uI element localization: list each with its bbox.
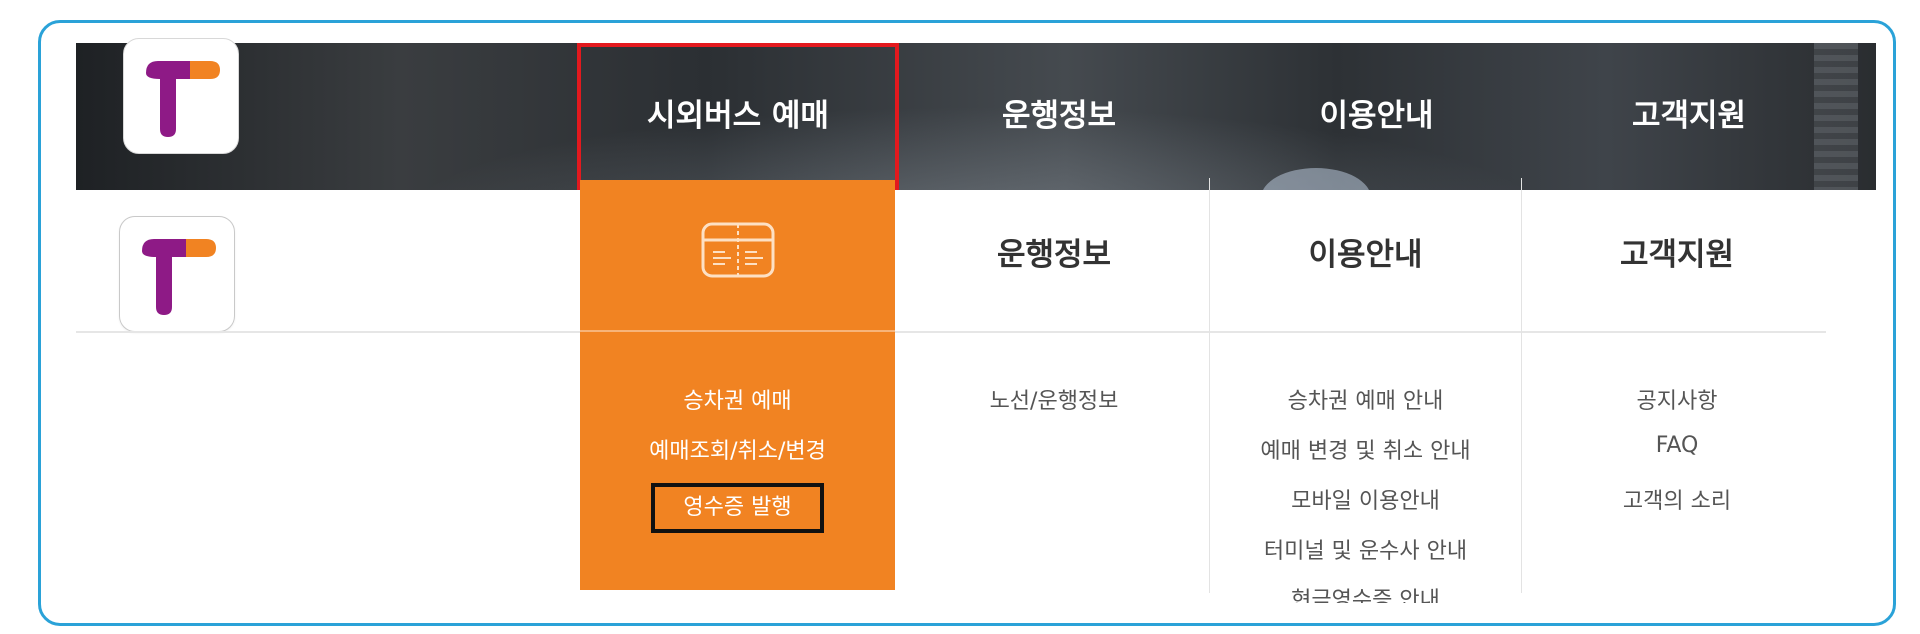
column-title-customer-support: 고객지원 [1619, 237, 1735, 273]
ticket-icon[interactable] [701, 222, 775, 278]
nav-item-intercity-bus-booking[interactable]: 시외버스 예매 [577, 43, 899, 190]
menu-item-route-operation-info[interactable]: 노선/운행정보 [899, 383, 1209, 433]
menu-item-cash-receipt-guide[interactable]: 현금영수증 안내 [1210, 583, 1521, 603]
booking-submenu: 승차권 예매 예매조회/취소/변경 영수증 발행 [580, 383, 895, 533]
menu-item-ticket-booking[interactable]: 승차권 예매 [580, 383, 895, 433]
usage-guide-submenu: 승차권 예매 안내 예매 변경 및 취소 안내 모바일 이용안내 터미널 및 운… [1210, 383, 1521, 603]
operation-info-submenu: 노선/운행정보 [899, 383, 1209, 433]
menu-item-customer-voice[interactable]: 고객의 소리 [1522, 483, 1832, 533]
menu-item-change-cancel-guide[interactable]: 예매 변경 및 취소 안내 [1210, 433, 1521, 483]
t-logo-icon[interactable] [123, 38, 239, 154]
menu-item-notices[interactable]: 공지사항 [1522, 383, 1832, 433]
menu-item-booking-lookup-cancel-change[interactable]: 예매조회/취소/변경 [580, 433, 895, 483]
menu-item-terminal-carrier-guide[interactable]: 터미널 및 운수사 안내 [1210, 533, 1521, 583]
column-title-operation-info: 운행정보 [996, 237, 1112, 273]
column-title-usage-guide: 이용안내 [1308, 237, 1423, 273]
column-separator [580, 330, 895, 332]
nav-item-operation-info[interactable]: 운행정보 [899, 43, 1219, 190]
menu-item-mobile-guide[interactable]: 모바일 이용안내 [1210, 483, 1521, 533]
menu-item-faq[interactable]: FAQ [1522, 433, 1832, 483]
browser-frame: 시외버스 예매 운행정보 이용안내 고객지원 승차권 예매 예매조회/취소/변경… [38, 20, 1896, 626]
menu-item-receipt-issue[interactable]: 영수증 발행 [651, 483, 824, 533]
nav-item-usage-guide[interactable]: 이용안내 [1219, 43, 1534, 190]
dropdown-header-divider [76, 331, 1826, 333]
customer-support-submenu: 공지사항 FAQ 고객의 소리 [1522, 383, 1832, 533]
t-logo-icon[interactable] [119, 216, 235, 332]
menu-item-ticket-booking-guide[interactable]: 승차권 예매 안내 [1210, 383, 1521, 433]
nav-item-customer-support[interactable]: 고객지원 [1534, 43, 1844, 190]
